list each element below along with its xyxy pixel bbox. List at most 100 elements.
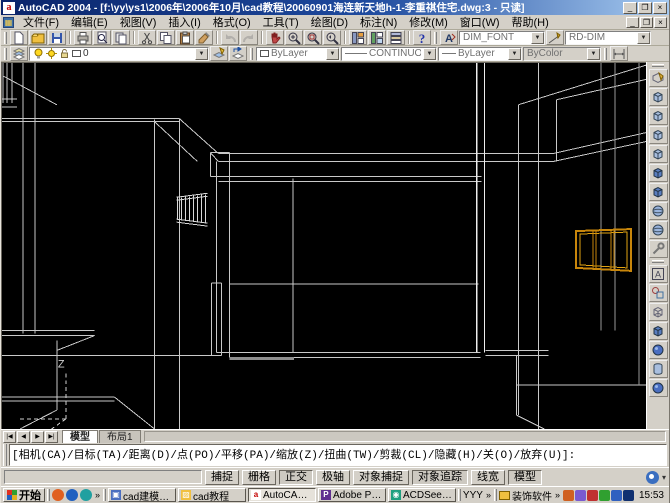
toolbar-grip[interactable] xyxy=(652,260,664,263)
hidden-button[interactable] xyxy=(648,322,668,340)
toolbar-grip[interactable] xyxy=(4,47,7,60)
chevron-down-icon[interactable]: ▼ xyxy=(326,47,339,60)
print-button[interactable] xyxy=(74,30,92,45)
language-indicator[interactable]: YYY xyxy=(463,490,483,501)
status-tray-arrow-icon[interactable]: ▾ xyxy=(662,473,666,482)
toolbar-grip[interactable] xyxy=(604,47,607,60)
match-properties-button[interactable] xyxy=(195,30,213,45)
text-style-combobox[interactable]: DIM_FONT ▼ xyxy=(459,30,545,45)
folder-toolbar-chevron[interactable]: » xyxy=(554,490,561,500)
status-toggle-lwt[interactable]: 线宽 xyxy=(471,469,505,485)
menu-item-tools[interactable]: 工具(T) xyxy=(257,14,305,30)
tab-nav-prev[interactable]: ◀ xyxy=(17,430,30,443)
zoom-previous-button[interactable] xyxy=(323,30,341,45)
status-toggle-otrack[interactable]: 对象追踪 xyxy=(412,469,468,485)
status-toggle-ortho[interactable]: 正交 xyxy=(279,469,313,485)
save-button[interactable] xyxy=(48,30,66,45)
minimize-button[interactable]: _ xyxy=(623,1,637,14)
pan-button[interactable] xyxy=(266,30,284,45)
help-button[interactable]: ? xyxy=(413,30,431,45)
named-views-button[interactable]: A xyxy=(648,265,668,283)
task-button-3[interactable]: PAdobe Photo... xyxy=(317,488,386,502)
dome-button[interactable] xyxy=(648,221,668,239)
folder-toolbar-icon[interactable] xyxy=(498,490,510,500)
menu-item-draw[interactable]: 绘图(D) xyxy=(305,14,354,30)
chevron-down-icon[interactable]: ▼ xyxy=(531,31,544,44)
layer-properties-button[interactable] xyxy=(10,46,28,61)
tab-nav-last[interactable]: ▶| xyxy=(45,430,58,443)
tray-icon-6[interactable] xyxy=(622,489,634,501)
language-chevron[interactable]: » xyxy=(485,490,492,500)
status-toggle-snap[interactable]: 捕捉 xyxy=(205,469,239,485)
toolbar-grip[interactable] xyxy=(434,31,437,44)
wedge-button[interactable] xyxy=(648,107,668,125)
tab-模型[interactable]: 模型 xyxy=(62,430,98,443)
title-bar[interactable]: a AutoCAD 2004 - [f:\yy\ys1\2006年\2006年1… xyxy=(1,0,669,15)
cut-button[interactable] xyxy=(138,30,156,45)
tray-icon-2[interactable] xyxy=(574,489,586,501)
restore-button[interactable]: ❐ xyxy=(638,1,652,14)
publish-button[interactable] xyxy=(112,30,130,45)
solid-box-button[interactable] xyxy=(648,164,668,182)
layer-combobox[interactable]: 0 ▼ xyxy=(29,46,209,61)
quick-launch-ie-icon[interactable] xyxy=(66,489,78,501)
menu-item-window[interactable]: 窗口(W) xyxy=(454,14,506,30)
print-preview-button[interactable] xyxy=(93,30,111,45)
toolbar-grip[interactable] xyxy=(250,47,253,60)
menu-item-help[interactable]: 帮助(H) xyxy=(506,14,555,30)
tray-icon-3[interactable] xyxy=(586,489,598,501)
quick-launch-overflow-chevron[interactable]: » xyxy=(94,490,101,500)
doc-restore-button[interactable]: ❐ xyxy=(640,16,653,28)
properties-button[interactable] xyxy=(349,30,367,45)
copy-button[interactable] xyxy=(157,30,175,45)
quick-launch-browser-icon[interactable] xyxy=(52,489,64,501)
close-button[interactable]: × xyxy=(653,1,667,14)
start-button[interactable]: 开始 xyxy=(3,488,45,502)
new-button[interactable] xyxy=(10,30,28,45)
linetype-combobox[interactable]: CONTINUOUS ▼ xyxy=(341,46,437,61)
zoom-window-button[interactable] xyxy=(304,30,322,45)
chevron-down-icon[interactable]: ▼ xyxy=(637,31,650,44)
menu-item-dimension[interactable]: 标注(N) xyxy=(354,14,403,30)
status-toggle-model[interactable]: 模型 xyxy=(508,469,542,485)
union-button[interactable] xyxy=(648,183,668,201)
horizontal-scrollbar[interactable] xyxy=(143,431,666,442)
status-toggle-polar[interactable]: 极轴 xyxy=(316,469,350,485)
zoom-realtime-button[interactable] xyxy=(285,30,303,45)
folder-toolbar-label[interactable]: 装饰软件 xyxy=(512,488,552,503)
status-toggle-grid[interactable]: 栅格 xyxy=(242,469,276,485)
dim-style-combobox[interactable]: RD-DIM ▼ xyxy=(565,30,651,45)
drawing-document-icon[interactable]: ▦ xyxy=(3,16,14,28)
tab-nav-first[interactable]: |◀ xyxy=(3,430,16,443)
lineweight-combobox[interactable]: ByLayer ▼ xyxy=(438,46,522,61)
command-window-grip[interactable] xyxy=(3,444,7,466)
task-button-2[interactable]: aAutoCAD 200... xyxy=(247,488,316,502)
gouraud-button[interactable] xyxy=(648,341,668,359)
menu-item-view[interactable]: 视图(V) xyxy=(114,14,163,30)
chevron-down-icon[interactable]: ▼ xyxy=(508,47,521,60)
toolbar-grip[interactable] xyxy=(652,64,664,67)
dim-style-button[interactable] xyxy=(546,30,564,45)
dimension-linear-button[interactable] xyxy=(610,46,628,61)
menu-item-edit[interactable]: 编辑(E) xyxy=(65,14,114,30)
designcenter-button[interactable] xyxy=(368,30,386,45)
color-combobox[interactable]: ByLayer ▼ xyxy=(256,46,340,61)
menu-item-insert[interactable]: 插入(I) xyxy=(162,14,206,30)
status-toggle-osnap[interactable]: 对象捕捉 xyxy=(353,469,409,485)
task-button-0[interactable]: ▣cad建模教程... xyxy=(108,488,176,502)
wireframe-button[interactable] xyxy=(648,303,668,321)
open-button[interactable] xyxy=(29,30,47,45)
chevron-down-icon[interactable]: ▼ xyxy=(195,47,208,60)
command-line[interactable]: [相机(CA)/目标(TA)/距离(D)/点(PO)/平移(PA)/缩放(Z)/… xyxy=(9,444,667,466)
doc-close-button[interactable]: × xyxy=(654,16,667,28)
make-object-layer-current-button[interactable] xyxy=(210,46,228,61)
tab-布局1[interactable]: 布局1 xyxy=(99,430,141,443)
tool-palettes-button[interactable] xyxy=(387,30,405,45)
task-button-1[interactable]: ▨ cad教程 xyxy=(178,488,246,502)
toolbar-grip[interactable] xyxy=(4,31,7,44)
task-button-4[interactable]: ◉ACDSee v3.1... xyxy=(387,488,456,502)
edit-polyline-button[interactable] xyxy=(648,69,668,87)
communication-center-icon[interactable] xyxy=(645,470,659,484)
box-button[interactable] xyxy=(648,88,668,106)
revolve-button[interactable] xyxy=(648,145,668,163)
